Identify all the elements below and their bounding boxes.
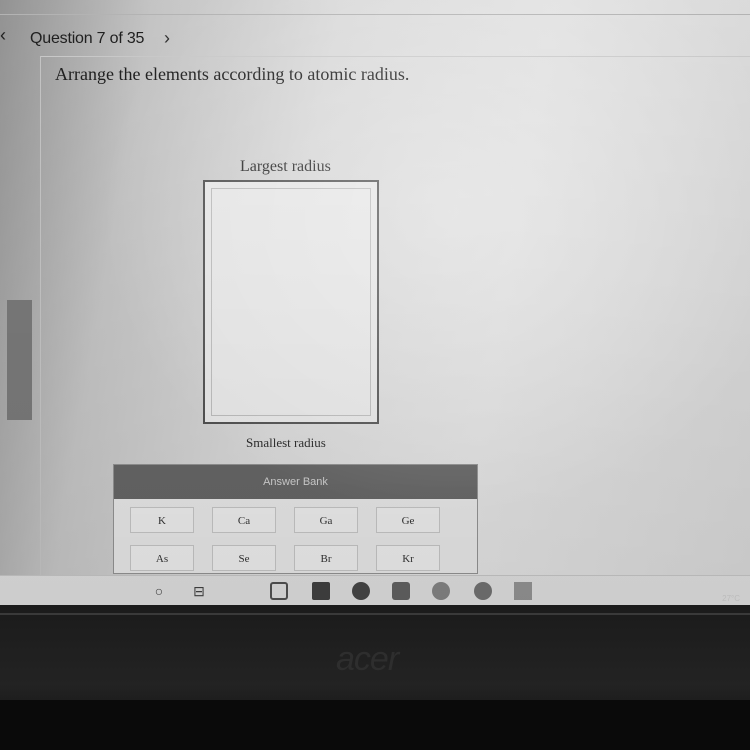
taskbar: ○ ⊟: [0, 575, 750, 605]
monitor-screen: ‹ Question 7 of 35 › Arrange the element…: [0, 0, 750, 605]
question-counter: Question 7 of 35: [30, 30, 145, 47]
temperature-readout: 27°C: [722, 594, 740, 603]
next-question-chevron-icon[interactable]: ›: [164, 28, 170, 49]
brand-logo: acer: [336, 640, 399, 678]
drop-zone-inner: [211, 188, 371, 416]
largest-radius-label: Largest radius: [240, 158, 331, 175]
answer-bank-grid: K Ca Ga Ge As Se Br Kr: [130, 507, 464, 571]
file-icon[interactable]: [270, 582, 288, 600]
top-divider: [0, 14, 750, 15]
element-tile-as[interactable]: As: [130, 545, 194, 571]
answer-bank-title: Answer Bank: [114, 465, 477, 499]
element-tile-br[interactable]: Br: [294, 545, 358, 571]
chrome-icon[interactable]: [352, 582, 370, 600]
element-tile-ga[interactable]: Ga: [294, 507, 358, 533]
smallest-radius-label: Smallest radius: [246, 435, 326, 450]
folder-icon[interactable]: [514, 582, 532, 600]
task-view-icon[interactable]: ⊟: [190, 582, 208, 600]
ranking-drop-zone[interactable]: [203, 180, 379, 424]
mail-icon[interactable]: [392, 582, 410, 600]
app-icon[interactable]: [474, 582, 492, 600]
element-tile-kr[interactable]: Kr: [376, 545, 440, 571]
store-icon[interactable]: [312, 582, 330, 600]
element-tile-ge[interactable]: Ge: [376, 507, 440, 533]
element-tile-k[interactable]: K: [130, 507, 194, 533]
back-chevron-icon[interactable]: ‹: [0, 25, 6, 46]
header-divider: [40, 56, 750, 57]
widgets-icon[interactable]: [230, 582, 248, 600]
element-tile-se[interactable]: Se: [212, 545, 276, 571]
side-panel-handle[interactable]: [7, 300, 32, 420]
content-left-rule: [40, 56, 41, 576]
answer-bank: Answer Bank K Ca Ga Ge As Se Br Kr: [113, 464, 478, 574]
browser-icon[interactable]: [432, 582, 450, 600]
question-prompt: Arrange the elements according to atomic…: [55, 64, 410, 84]
bezel-edge: [0, 613, 750, 615]
element-tile-ca[interactable]: Ca: [212, 507, 276, 533]
windows-start-icon[interactable]: ○: [150, 582, 168, 600]
desk-surface: [0, 700, 750, 750]
